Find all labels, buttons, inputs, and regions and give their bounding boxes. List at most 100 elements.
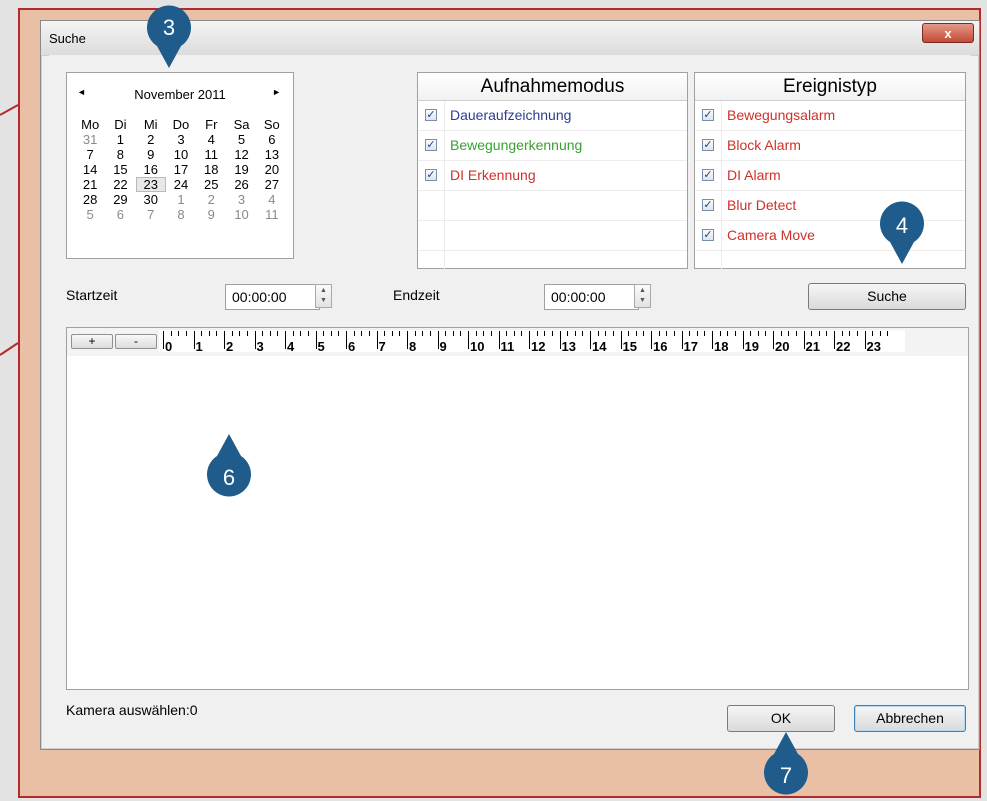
ruler-minor-tick [765,331,767,336]
ruler-hour-label: 23 [866,339,881,354]
close-button[interactable]: x [922,23,974,43]
spin-down-icon[interactable]: ▼ [316,297,331,304]
calendar-day[interactable]: 30 [136,192,166,207]
calendar-day[interactable]: 11 [196,147,226,162]
ruler-hour-tick [285,331,286,349]
checkbox-checked-icon[interactable]: ✓ [425,139,437,151]
prev-month-icon[interactable]: ◄ [77,87,86,97]
start-time-stepper[interactable]: ▲ ▼ [315,284,332,308]
calendar-day[interactable]: 9 [196,207,226,222]
calendar-day[interactable]: 14 [75,162,105,177]
ruler-minor-tick [399,331,401,336]
cancel-button[interactable]: Abbrechen [854,705,966,732]
checkbox-checked-icon[interactable]: ✓ [425,109,437,121]
calendar-day[interactable]: 8 [166,207,196,222]
calendar-day[interactable]: 4 [196,132,226,147]
calendar-day[interactable]: 15 [105,162,135,177]
event-type-row[interactable]: ✓ DI Alarm [695,161,965,191]
calendar-day[interactable]: 4 [257,192,287,207]
end-time-input[interactable]: 00:00:00 [544,284,639,310]
ruler-hour-label: 10 [470,339,485,354]
ruler-minor-tick [872,331,874,336]
checkbox-checked-icon[interactable]: ✓ [702,199,714,211]
spin-up-icon[interactable]: ▲ [316,287,331,294]
search-button[interactable]: Suche [808,283,966,310]
calendar-day[interactable]: 21 [75,177,105,192]
calendar-day[interactable]: 5 [75,207,105,222]
ruler-minor-tick [887,331,889,336]
calendar-day[interactable]: 22 [105,177,135,192]
callout-number: 6 [223,465,235,490]
start-time-input[interactable]: 00:00:00 [225,284,320,310]
calendar-day[interactable]: 11 [257,207,287,222]
calendar-day[interactable]: 19 [226,162,256,177]
event-type-row[interactable]: ✓ Block Alarm [695,131,965,161]
ruler-hour-tick [864,331,866,349]
event-type-row[interactable]: ✓ Bewegungsalarm [695,101,965,131]
calendar-day[interactable]: 16 [136,162,166,177]
end-time-stepper[interactable]: ▲ ▼ [634,284,651,308]
calendar-day[interactable]: 8 [105,147,135,162]
weekday-label: Sa [233,117,250,132]
ruler-hour-tick [773,331,774,349]
calendar-day[interactable]: 2 [196,192,226,207]
calendar-day[interactable]: 26 [226,177,256,192]
zoom-out-button[interactable]: - [115,334,157,349]
calendar-day[interactable]: 7 [136,207,166,222]
calendar-day[interactable]: 1 [166,192,196,207]
timeline-view[interactable]: + - 0 1 2 3 4 5 6 7 8 9 10 11 12 13 14 15 16 17 18 19 20 21 22… [66,327,969,690]
recording-mode-row[interactable]: ✓ DI Erkennung [418,161,687,191]
calendar-day[interactable]: 2 [136,132,166,147]
calendar-day[interactable]: 9 [136,147,166,162]
calendar-day[interactable]: 6 [257,132,287,147]
weekday-label: Mi [143,117,158,132]
ruler-minor-tick [246,331,248,336]
calendar-day[interactable]: 3 [166,132,196,147]
recording-mode-label: Daueraufzeichnung [450,107,572,123]
ruler-minor-tick [445,331,447,336]
calendar-day[interactable]: 29 [105,192,135,207]
checkbox-checked-icon[interactable]: ✓ [702,169,714,181]
calendar-day[interactable]: 5 [226,132,256,147]
ruler-minor-tick [338,331,340,336]
recording-mode-row[interactable]: ✓ Bewegungerkennung [418,131,687,161]
calendar-day[interactable]: 17 [166,162,196,177]
checkbox-checked-icon[interactable]: ✓ [702,229,714,241]
ok-button[interactable]: OK [727,705,835,732]
calendar-day[interactable]: 10 [226,207,256,222]
ruler-hour-tick [407,331,408,349]
ruler-minor-tick [704,331,706,336]
calendar-day[interactable]: 28 [75,192,105,207]
calendar-day[interactable]: 1 [105,132,135,147]
calendar-day[interactable]: 13 [257,147,287,162]
checkbox-checked-icon[interactable]: ✓ [425,169,437,181]
calendar-day[interactable]: 27 [257,177,287,192]
calendar-week: 5 6 7 8 9 10 11 [75,207,287,222]
callout-badge-6: 6 [207,434,251,497]
calendar-day[interactable]: 12 [226,147,256,162]
ruler-minor-tick [734,331,736,336]
calendar-day[interactable]: 24 [166,177,196,192]
dialog-client: November 2011 ◄ ► Mo Di Mi Do Fr Sa So 3… [49,55,971,741]
ruler-minor-tick [544,331,546,336]
ruler-minor-tick [490,331,492,336]
calendar-day[interactable]: 6 [105,207,135,222]
calendar-day[interactable]: 7 [75,147,105,162]
spin-up-icon[interactable]: ▲ [635,287,650,294]
calendar-day[interactable]: 3 [226,192,256,207]
ruler-minor-tick [696,331,698,336]
calendar-week: 14 15 16 17 18 19 20 [75,162,287,177]
time-ruler[interactable]: 0 1 2 3 4 5 6 7 8 9 10 11 12 13 14 15 16 17 18 19 20 21 22 23 [159,330,905,354]
calendar-day[interactable]: 18 [196,162,226,177]
zoom-in-button[interactable]: + [71,334,113,349]
recording-mode-row[interactable]: ✓ Daueraufzeichnung [418,101,687,131]
calendar-day-selected[interactable]: 23 [135,177,166,192]
calendar-day[interactable]: 25 [196,177,226,192]
calendar-day[interactable]: 31 [75,132,105,147]
checkbox-checked-icon[interactable]: ✓ [702,139,714,151]
calendar-day[interactable]: 10 [166,147,196,162]
spin-down-icon[interactable]: ▼ [635,297,650,304]
checkbox-checked-icon[interactable]: ✓ [702,109,714,121]
next-month-icon[interactable]: ► [272,87,281,97]
calendar-day[interactable]: 20 [257,162,287,177]
